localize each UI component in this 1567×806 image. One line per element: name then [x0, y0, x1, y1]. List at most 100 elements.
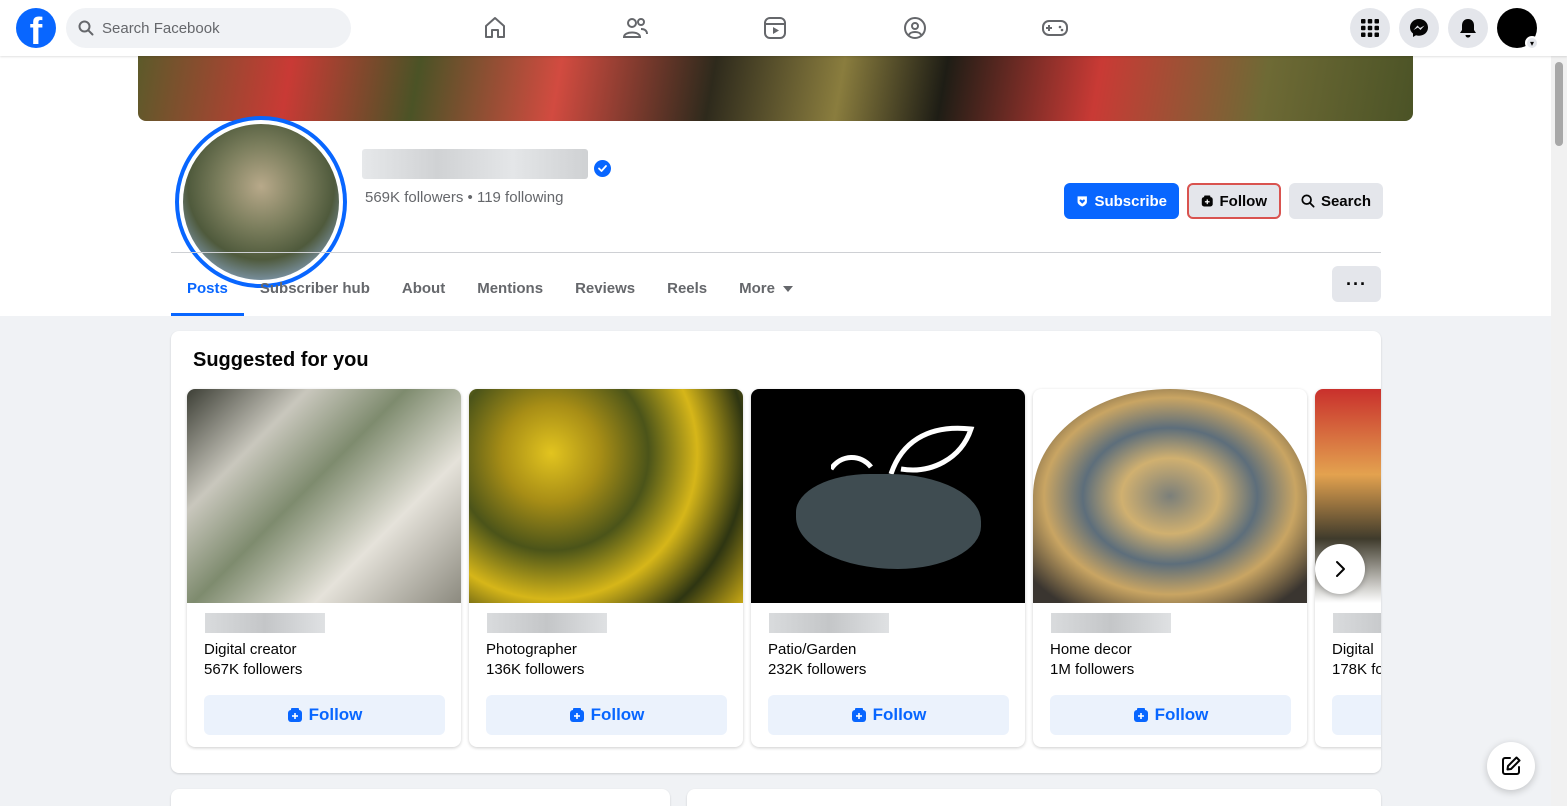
- suggested-followers: 232K followers: [768, 661, 867, 678]
- intro-card-partial: [171, 789, 670, 806]
- suggested-card-image[interactable]: [751, 389, 1025, 603]
- messenger-button[interactable]: [1399, 8, 1439, 48]
- more-options-button[interactable]: ···: [1332, 266, 1381, 302]
- menu-grid-icon: [1361, 19, 1379, 37]
- follow-label: Follow: [872, 705, 927, 724]
- leaf-logo-icon: [831, 425, 975, 475]
- suggested-follow-button[interactable]: Follow: [204, 695, 445, 735]
- tab-posts[interactable]: Posts: [171, 261, 244, 316]
- tab-label: Subscriber hub: [259, 280, 370, 297]
- section-title: Suggested for you: [193, 349, 369, 371]
- tab-label: Reels: [667, 280, 708, 297]
- groups-icon: [904, 17, 926, 39]
- subscribe-button[interactable]: Subscribe: [1064, 183, 1179, 219]
- suggested-card[interactable]: Patio/Garden 232K followers Follow: [751, 389, 1025, 747]
- suggested-card[interactable]: Digital creator 567K followers Follow: [187, 389, 461, 747]
- compose-icon: [1502, 756, 1521, 775]
- search-bar[interactable]: [66, 8, 351, 48]
- notifications-icon: [1460, 19, 1476, 38]
- tab-reels[interactable]: Reels: [651, 261, 723, 316]
- follow-button[interactable]: Follow: [1187, 183, 1281, 219]
- nav-home[interactable]: [460, 0, 530, 56]
- tab-label: Reviews: [575, 280, 636, 297]
- follow-icon: [851, 708, 866, 722]
- facebook-logo-letter: f: [29, 11, 43, 53]
- follow-label: Follow: [1154, 705, 1209, 724]
- tab-reviews[interactable]: Reviews: [559, 261, 651, 316]
- suggested-name-redacted: [205, 613, 325, 633]
- search-label: Search: [1320, 192, 1371, 210]
- suggested-name-redacted: [1051, 613, 1171, 633]
- suggested-followers: 178K fo: [1332, 661, 1381, 678]
- suggested-follow-button[interactable]: Follow: [1050, 695, 1291, 735]
- suggested-follow-button[interactable]: Follow: [486, 695, 727, 735]
- tab-label: About: [401, 280, 446, 297]
- suggested-card[interactable]: Home decor 1M followers Follow: [1033, 389, 1307, 747]
- subscribe-heart-icon: [1077, 196, 1087, 207]
- suggested-category: Home decor: [1050, 641, 1132, 658]
- follow-icon: [1133, 708, 1148, 722]
- nav-video[interactable]: [740, 0, 810, 56]
- facebook-logo[interactable]: f: [16, 8, 56, 53]
- suggested-name-redacted: [487, 613, 607, 633]
- suggested-card-image[interactable]: [469, 389, 743, 603]
- suggested-category: Digital: [1332, 641, 1374, 658]
- page-scrollbar[interactable]: [1551, 56, 1567, 806]
- nav-friends[interactable]: [600, 0, 670, 56]
- profile-tabs: Posts Subscriber hub About Mentions Revi…: [171, 261, 809, 316]
- home-icon: [485, 17, 505, 38]
- suggested-category: Photographer: [486, 641, 577, 658]
- profile-search-button[interactable]: Search: [1289, 183, 1383, 219]
- nav-gaming[interactable]: [1020, 0, 1090, 56]
- suggested-follow-button[interactable]: Follow: [768, 695, 1009, 735]
- suggested-category: Digital creator: [204, 641, 297, 658]
- caret-down-icon: [782, 285, 793, 292]
- follower-stats: 569K followers • 119 following: [365, 189, 564, 206]
- gaming-icon: [1042, 20, 1068, 36]
- search-icon: [1301, 194, 1315, 208]
- suggested-category: Patio/Garden: [768, 641, 857, 658]
- suggested-card-image[interactable]: [187, 389, 461, 603]
- tab-label: Posts: [187, 280, 228, 297]
- top-navigation-bar: f ▾: [0, 0, 1567, 56]
- friends-icon: [622, 18, 648, 38]
- new-message-button[interactable]: [1487, 742, 1535, 790]
- profile-actions: Subscribe Follow Search: [1064, 183, 1383, 219]
- follow-icon: [1201, 195, 1213, 207]
- suggested-card[interactable]: Photographer 136K followers Follow: [469, 389, 743, 747]
- posts-card-partial: [687, 789, 1381, 806]
- subscribe-label: Subscribe: [1094, 192, 1167, 210]
- suggested-cards: Digital creator 567K followers Follow Ph…: [187, 389, 1381, 747]
- redacted-blob: [796, 474, 981, 569]
- scrollbar-thumb[interactable]: [1555, 62, 1563, 146]
- follow-label: Follow: [308, 705, 363, 724]
- tab-label: More: [739, 280, 775, 297]
- nav-groups[interactable]: [880, 0, 950, 56]
- verified-badge-icon: [594, 160, 611, 177]
- tab-mentions[interactable]: Mentions: [461, 261, 559, 316]
- suggested-name-redacted: [769, 613, 889, 633]
- suggested-card-image[interactable]: [1033, 389, 1307, 603]
- menu-button[interactable]: [1350, 8, 1390, 48]
- follow-label: Follow: [1219, 192, 1268, 210]
- tab-about[interactable]: About: [386, 261, 461, 316]
- suggested-followers: 136K followers: [486, 661, 585, 678]
- profile-picture-image: [183, 124, 339, 280]
- search-icon: [78, 20, 94, 36]
- search-input[interactable]: [102, 19, 322, 37]
- main-nav: [460, 0, 1090, 56]
- follow-icon: [287, 708, 302, 722]
- notifications-button[interactable]: [1448, 8, 1488, 48]
- tab-subscriber-hub[interactable]: Subscriber hub: [244, 261, 386, 316]
- header-divider: [171, 252, 1381, 253]
- suggested-followers: 567K followers: [204, 661, 303, 678]
- profile-header: 569K followers • 119 following Subscribe…: [0, 56, 1551, 316]
- suggested-follow-button[interactable]: Follow: [1332, 695, 1381, 735]
- messenger-icon: [1410, 19, 1428, 37]
- follow-label: Follow: [590, 705, 645, 724]
- account-avatar[interactable]: ▾: [1497, 8, 1539, 50]
- next-suggestions-button[interactable]: [1315, 544, 1365, 594]
- tab-more[interactable]: More: [723, 261, 809, 316]
- suggested-section: Suggested for you Digital creator 567K f…: [171, 331, 1381, 773]
- cover-photo[interactable]: [138, 56, 1413, 121]
